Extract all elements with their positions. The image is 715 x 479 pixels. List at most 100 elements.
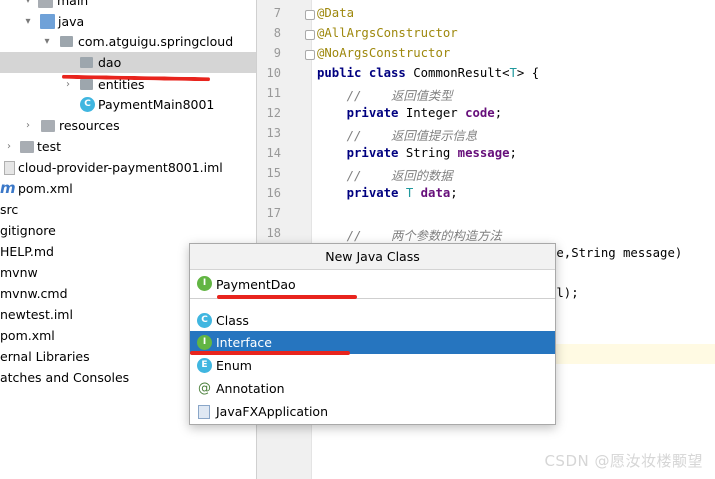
folder-icon [38, 0, 53, 8]
class-name-input[interactable] [216, 274, 536, 294]
code-text: String [398, 146, 458, 160]
code-comment: // 返回值类型 [317, 89, 453, 103]
line-number: 14 [266, 146, 281, 160]
expand-arrow-icon[interactable]: › [3, 136, 15, 157]
dialog-title: New Java Class [190, 244, 555, 270]
line-number: 13 [266, 126, 281, 140]
code-line: private T data; [317, 186, 458, 200]
code-line: private Integer code; [317, 106, 503, 120]
tree-item-label: src [0, 202, 19, 217]
tree-item-label: test [37, 139, 62, 154]
code-text: ; [450, 186, 458, 200]
iml-file-icon [4, 161, 15, 175]
kind-option-enum[interactable]: E Enum [190, 354, 555, 377]
tree-item-dao[interactable]: dao [0, 52, 256, 73]
tree-item-label: atches and Consoles [0, 370, 130, 385]
class-icon: C [197, 313, 212, 328]
line-number: 12 [266, 106, 281, 120]
line-number: 18 [266, 226, 281, 240]
tree-item-label: java [58, 14, 85, 29]
tree-item-main[interactable]: ▾ main [0, 0, 256, 11]
field-name: data [420, 186, 451, 200]
package-icon [60, 36, 73, 47]
expand-arrow-icon[interactable]: › [22, 115, 34, 136]
code-comment: // 两个参数的构造方法 [317, 229, 502, 243]
tree-item-label: resources [59, 118, 120, 133]
line-number: 15 [266, 166, 281, 180]
tree-item-package-springcloud[interactable]: ▾ com.atguigu.springcloud [0, 31, 256, 52]
code-text: Integer [398, 106, 466, 120]
tree-item-resources[interactable]: › resources [0, 115, 256, 136]
tree-item-pom[interactable]: m pom.xml [0, 178, 256, 199]
code-line: private String message; [317, 146, 517, 160]
interface-icon: I [197, 276, 212, 291]
keyword: private [317, 146, 399, 160]
annotation-icon: @ [198, 381, 211, 396]
tree-item-src[interactable]: src [0, 199, 256, 220]
code-text: CommonResult< [405, 66, 510, 80]
folder-icon [20, 141, 34, 153]
tree-item-label: entities [98, 77, 145, 92]
package-icon [80, 79, 93, 90]
line-number: 7 [273, 6, 281, 20]
kind-option-class[interactable]: C Class [190, 309, 555, 332]
tree-item-label: cloud-provider-payment8001.iml [18, 160, 223, 175]
maven-icon: m [0, 179, 16, 197]
type-param: T [509, 66, 517, 80]
expand-arrow-icon[interactable]: ▾ [22, 0, 34, 11]
interface-icon: I [197, 335, 212, 350]
option-label: Class [216, 313, 249, 328]
tree-item-java[interactable]: ▾ java [0, 11, 256, 32]
tree-item-paymentmain8001[interactable]: C PaymentMain8001 [0, 94, 256, 115]
line-number: 8 [273, 26, 281, 40]
code-text: ; [494, 106, 503, 120]
option-label: JavaFXApplication [216, 404, 328, 419]
tree-item-label: HELP.md [0, 244, 54, 259]
expand-arrow-icon[interactable]: › [62, 74, 74, 95]
code-line: public class CommonResult<T> { [317, 66, 539, 80]
tree-item-label: com.atguigu.springcloud [78, 34, 234, 49]
code-line-fragment: de,String message) [549, 246, 683, 260]
tree-item-iml[interactable]: cloud-provider-payment8001.iml [0, 157, 256, 178]
kind-option-annotation[interactable]: @ Annotation [190, 377, 555, 400]
tree-item-label: ernal Libraries [0, 349, 90, 364]
enum-icon: E [197, 358, 212, 373]
keyword: private [317, 186, 399, 200]
expand-arrow-icon[interactable]: ▾ [22, 11, 34, 32]
code-text: > { [516, 66, 540, 80]
tree-item-test[interactable]: › test [0, 136, 256, 157]
code-line: @AllArgsConstructor [317, 26, 458, 40]
tree-item-label: mvnw [0, 265, 38, 280]
red-underline-annotation [217, 295, 357, 299]
line-number: 10 [266, 66, 281, 80]
line-number: 17 [266, 206, 281, 220]
tree-item-label: pom.xml [0, 328, 55, 343]
option-label: Annotation [216, 381, 285, 396]
line-number: 16 [266, 186, 281, 200]
spring-class-icon: C [80, 97, 95, 112]
line-number: 11 [266, 86, 281, 100]
field-name: code [465, 106, 495, 120]
watermark: CSDN @愿汝妆楼颙望 [544, 452, 703, 470]
tree-item-label: mvnw.cmd [0, 286, 68, 301]
tree-item-label: dao [98, 55, 122, 70]
field-name: message [457, 146, 510, 160]
folder-icon [40, 14, 55, 29]
code-line: @Data [317, 6, 355, 20]
code-line: @NoArgsConstructor [317, 46, 451, 60]
kind-option-javafx[interactable]: JavaFXApplication [190, 400, 555, 423]
resources-folder-icon [41, 120, 55, 132]
tree-item-gitignore[interactable]: gitignore [0, 220, 256, 241]
package-icon [80, 57, 93, 68]
tree-item-label: gitignore [0, 223, 56, 238]
tree-item-label: PaymentMain8001 [98, 97, 215, 112]
javafx-icon [198, 405, 210, 419]
code-comment: // 返回的数据 [317, 169, 453, 183]
new-java-class-dialog: New Java Class I C Class I Interface E E… [189, 243, 556, 425]
code-comment: // 返回值提示信息 [317, 129, 478, 143]
expand-arrow-icon[interactable]: ▾ [41, 31, 53, 52]
tree-item-entities[interactable]: › entities [0, 74, 256, 95]
keyword: public class [317, 66, 406, 80]
type-param: T [398, 186, 421, 200]
line-number: 9 [273, 46, 281, 60]
